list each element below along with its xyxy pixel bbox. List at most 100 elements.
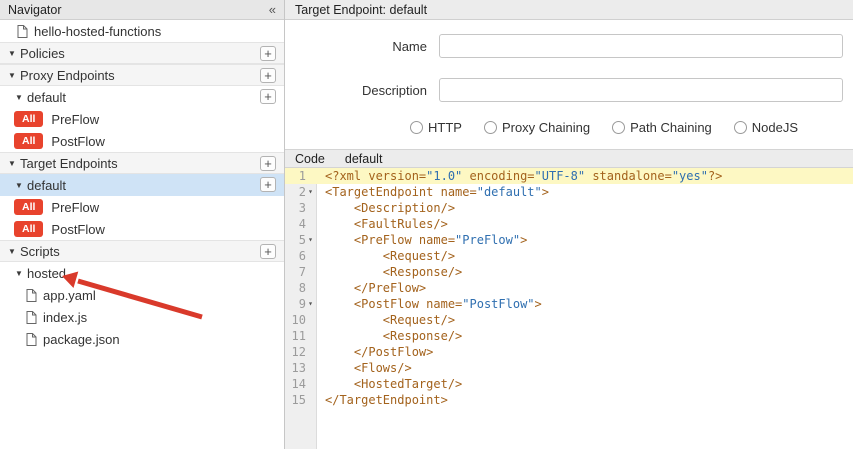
code-line[interactable]: 9▾ <PostFlow name="PostFlow"> <box>285 296 853 312</box>
line-number: 10 <box>292 312 306 328</box>
row-label: hello-hosted-functions <box>34 24 161 39</box>
add-button[interactable]: + <box>260 68 276 83</box>
nav-section-target-endpoints[interactable]: ▼Target Endpoints+ <box>0 152 284 174</box>
endpoint-form: Name Description HTTP Proxy Chaining Path … <box>285 20 853 149</box>
nav-file-app-yaml[interactable]: app.yaml <box>0 284 284 306</box>
nav-flow-preflow[interactable]: All PreFlow <box>0 108 284 130</box>
flow-condition-badge: All <box>14 111 43 127</box>
flow-condition-badge: All <box>14 133 43 149</box>
nav-node-default[interactable]: ▼default + <box>0 86 284 108</box>
flow-condition-badge: All <box>14 221 43 237</box>
target-endpoint-title: Target Endpoint: default <box>295 3 427 17</box>
code-editor[interactable]: 1<?xml version="1.0" encoding="UTF-8" st… <box>285 168 853 449</box>
radio-circle-icon[interactable] <box>734 121 747 134</box>
radio-circle-icon[interactable] <box>410 121 423 134</box>
add-button[interactable]: + <box>260 177 276 192</box>
fold-icon[interactable]: ▾ <box>306 184 315 200</box>
row-label: Policies <box>20 46 65 61</box>
nav-file-index-js[interactable]: index.js <box>0 306 284 328</box>
radio-proxy-chaining[interactable]: Proxy Chaining <box>484 120 590 135</box>
description-input[interactable] <box>439 78 843 102</box>
code-line[interactable]: 4 <FaultRules/> <box>285 216 853 232</box>
code-file-name: default <box>345 152 383 166</box>
fold-icon[interactable]: ▾ <box>306 232 315 248</box>
nav-node-default[interactable]: ▼default + <box>0 174 284 196</box>
code-line[interactable]: 8 </PreFlow> <box>285 280 853 296</box>
nav-node-hosted[interactable]: ▼hosted <box>0 262 284 284</box>
code-line[interactable]: 13 <Flows/> <box>285 360 853 376</box>
line-number: 15 <box>292 392 306 408</box>
nav-section-scripts[interactable]: ▼Scripts + <box>0 240 284 262</box>
caret-down-icon[interactable]: ▼ <box>8 49 20 58</box>
radio-circle-icon[interactable] <box>612 121 625 134</box>
navigator-header: Navigator « <box>0 0 284 20</box>
radio-path-chaining[interactable]: Path Chaining <box>612 120 712 135</box>
code-line[interactable]: 10 <Request/> <box>285 312 853 328</box>
caret-down-icon[interactable]: ▼ <box>15 269 27 278</box>
add-button[interactable]: + <box>260 244 276 259</box>
code-line[interactable]: 7 <Response/> <box>285 264 853 280</box>
row-label: hosted <box>27 266 66 281</box>
code-line[interactable]: 12 </PostFlow> <box>285 344 853 360</box>
name-input[interactable] <box>439 34 843 58</box>
nav-flow-postflow[interactable]: AllPostFlow <box>0 130 284 152</box>
add-button[interactable]: + <box>260 46 276 61</box>
file-icon <box>26 311 43 324</box>
navigator-title: Navigator <box>8 3 62 17</box>
nav-file-hello-hosted-functions[interactable]: hello-hosted-functions <box>0 20 284 42</box>
caret-down-icon[interactable]: ▼ <box>8 247 20 256</box>
row-label: PostFlow <box>51 222 104 237</box>
description-row: Description <box>285 78 845 102</box>
code-header-label: Code <box>295 152 325 166</box>
line-number: 7 <box>299 264 306 280</box>
line-number: 13 <box>292 360 306 376</box>
line-number: 8 <box>299 280 306 296</box>
code-line[interactable]: 5▾ <PreFlow name="PreFlow"> <box>285 232 853 248</box>
nav-flow-postflow[interactable]: All PostFlow <box>0 218 284 240</box>
nav-section-policies[interactable]: ▼Policies + <box>0 42 284 64</box>
line-number: 9 <box>299 296 306 312</box>
caret-down-icon[interactable]: ▼ <box>8 159 20 168</box>
row-label: app.yaml <box>43 288 96 303</box>
row-label: PreFlow <box>51 112 99 127</box>
code-line[interactable]: 14 <HostedTarget/> <box>285 376 853 392</box>
code-line[interactable]: 3 <Description/> <box>285 200 853 216</box>
file-icon <box>17 25 34 38</box>
row-label: default <box>27 90 66 105</box>
nav-section-proxy-endpoints[interactable]: ▼Proxy Endpoints+ <box>0 64 284 86</box>
line-number: 5 <box>299 232 306 248</box>
code-header: Code default <box>285 149 853 168</box>
radio-label: Path Chaining <box>630 120 712 135</box>
line-number: 14 <box>292 376 306 392</box>
navigator-tree: hello-hosted-functions▼Policies+▼Proxy E… <box>0 20 284 449</box>
row-label: package.json <box>43 332 120 347</box>
code-line[interactable]: 1<?xml version="1.0" encoding="UTF-8" st… <box>285 168 853 184</box>
row-label: Scripts <box>20 244 60 259</box>
flow-condition-badge: All <box>14 199 43 215</box>
fold-icon[interactable]: ▾ <box>306 296 315 312</box>
code-line[interactable]: 11 <Response/> <box>285 328 853 344</box>
caret-down-icon[interactable]: ▼ <box>15 93 27 102</box>
code-line[interactable]: 15</TargetEndpoint> <box>285 392 853 408</box>
file-icon <box>26 289 43 302</box>
collapse-panel-icon[interactable]: « <box>269 2 276 17</box>
proxy-editor: Navigator « hello-hosted-functions▼Polic… <box>0 0 853 449</box>
add-button[interactable]: + <box>260 89 276 104</box>
radio-nodejs[interactable]: NodeJS <box>734 120 798 135</box>
add-button[interactable]: + <box>260 156 276 171</box>
radio-http[interactable]: HTTP <box>410 120 462 135</box>
radio-label: HTTP <box>428 120 462 135</box>
nav-flow-preflow[interactable]: All PreFlow <box>0 196 284 218</box>
code-line[interactable]: 2▾<TargetEndpoint name="default"> <box>285 184 853 200</box>
name-row: Name <box>285 34 845 58</box>
row-label: PreFlow <box>51 200 99 215</box>
nav-file-package-json[interactable]: package.json <box>0 328 284 350</box>
code-line[interactable]: 6 <Request/> <box>285 248 853 264</box>
endpoint-type-radios: HTTP Proxy Chaining Path Chaining NodeJS <box>410 120 853 135</box>
line-number: 3 <box>299 200 306 216</box>
caret-down-icon[interactable]: ▼ <box>8 71 20 80</box>
row-label: default <box>27 178 66 193</box>
radio-circle-icon[interactable] <box>484 121 497 134</box>
caret-down-icon[interactable]: ▼ <box>15 181 27 190</box>
line-number: 1 <box>299 168 306 184</box>
